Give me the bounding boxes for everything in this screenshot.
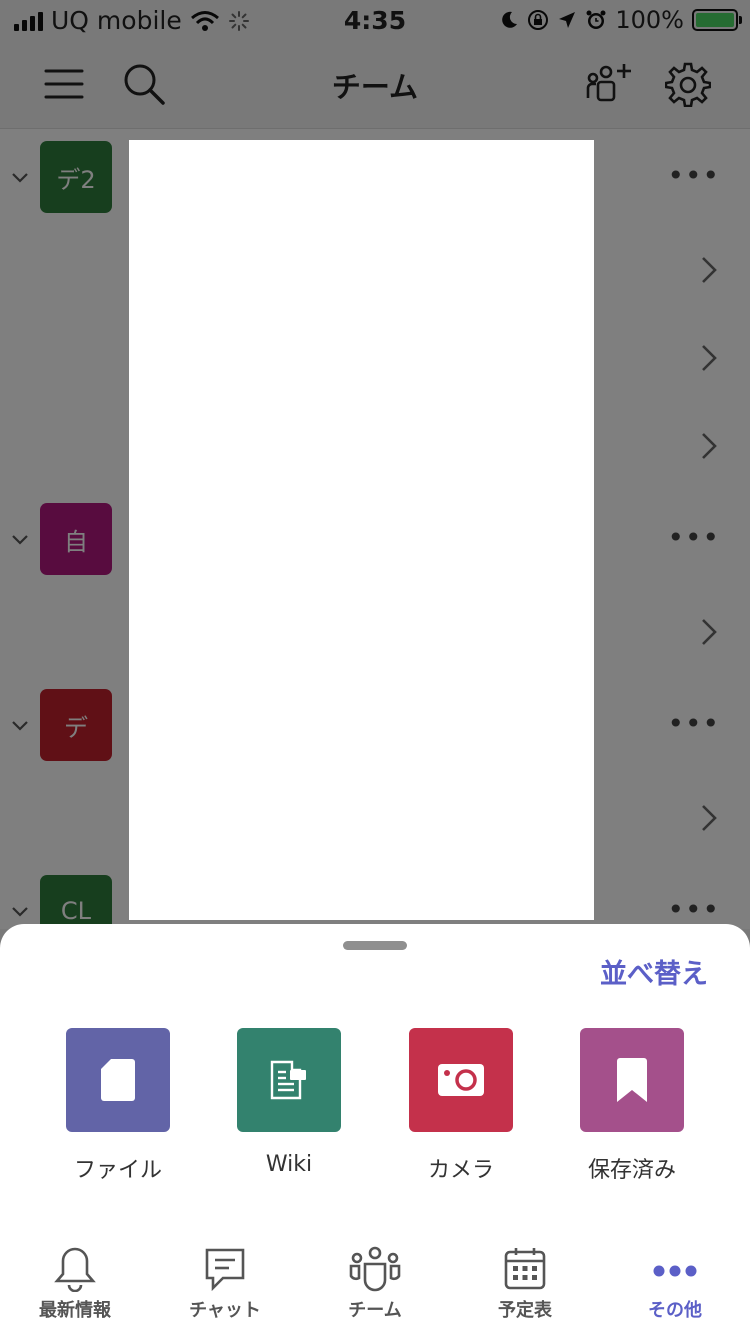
camera-tile[interactable] xyxy=(409,1028,513,1132)
saved-label: 保存済み xyxy=(587,1158,676,1183)
tab-teams-label: チーム xyxy=(348,1300,402,1321)
tab-more[interactable]: その他 xyxy=(600,1246,750,1322)
bell-icon xyxy=(54,1247,96,1292)
wiki-label: Wiki xyxy=(265,1152,313,1177)
bottom-tab-bar: 最新情報 チャット チーム 予定表 その他 xyxy=(0,1228,750,1334)
camera-icon xyxy=(438,1064,484,1096)
file-icon xyxy=(101,1059,135,1101)
tab-calendar[interactable]: 予定表 xyxy=(450,1246,600,1322)
tab-chat-label: チャット xyxy=(189,1300,261,1321)
sort-button[interactable]: 並べ替え xyxy=(600,952,708,991)
more-icon xyxy=(653,1265,697,1277)
tab-teams[interactable]: チーム xyxy=(300,1246,450,1322)
saved-tile[interactable] xyxy=(580,1028,684,1132)
tab-calendar-label: 予定表 xyxy=(498,1300,552,1321)
bookmark-icon xyxy=(617,1058,647,1102)
calendar-icon xyxy=(504,1248,546,1290)
camera-label: カメラ xyxy=(427,1158,494,1183)
wiki-tile[interactable] xyxy=(237,1028,341,1132)
files-tile[interactable] xyxy=(66,1028,170,1132)
teams-icon xyxy=(349,1246,401,1292)
sheet-grabber[interactable] xyxy=(343,941,407,950)
chat-icon xyxy=(205,1248,245,1292)
files-label: ファイル xyxy=(73,1158,162,1183)
tab-activity[interactable]: 最新情報 xyxy=(0,1246,150,1322)
tab-activity-label: 最新情報 xyxy=(39,1300,111,1321)
wiki-icon xyxy=(270,1060,306,1100)
tab-chat[interactable]: チャット xyxy=(150,1246,300,1322)
blank-popup-panel xyxy=(129,140,594,920)
tab-more-label: その他 xyxy=(648,1300,702,1321)
